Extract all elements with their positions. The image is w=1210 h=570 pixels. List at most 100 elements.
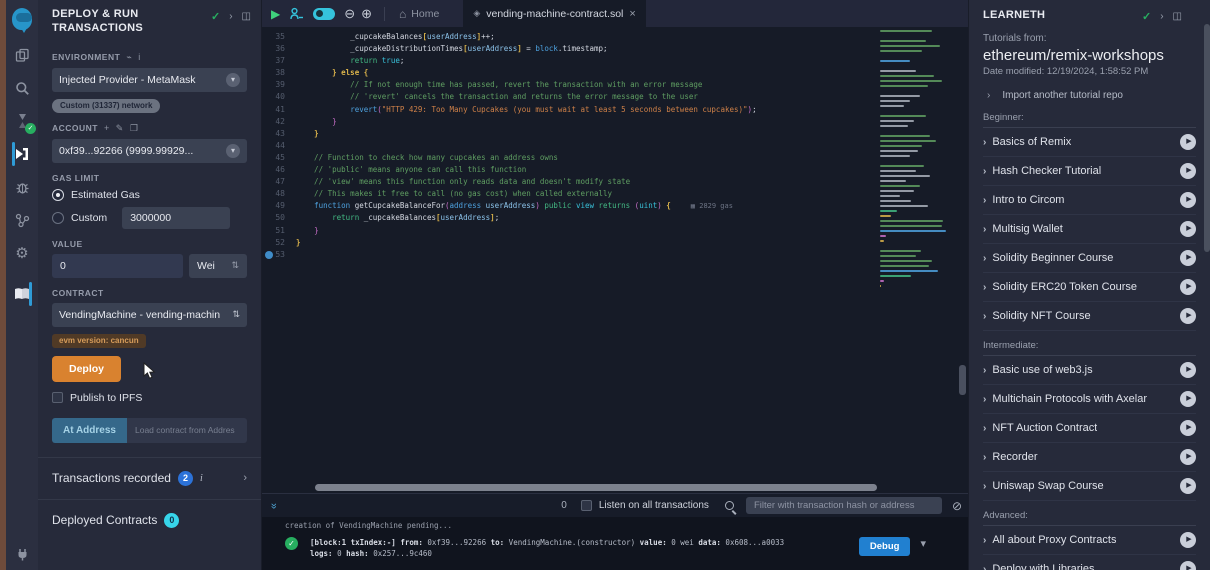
tutorial-play-icon[interactable]: ▶ <box>1180 561 1196 570</box>
learneth-collapse-icon[interactable]: › <box>1160 11 1163 22</box>
tutorial-expand-icon[interactable]: › <box>983 282 986 293</box>
deploy-button[interactable]: Deploy <box>52 356 121 382</box>
terminal-filter-input[interactable]: Filter with transaction hash or address <box>746 497 942 514</box>
code-line[interactable]: 41 revert("HTTP 429: Too Many Cupcakes (… <box>262 104 872 116</box>
breakpoint-dot[interactable] <box>265 251 273 259</box>
tutorial-item[interactable]: ›Intro to Circom▶ <box>983 186 1196 215</box>
environment-info-icon[interactable]: i <box>138 52 141 62</box>
tutorial-title[interactable]: Recorder <box>992 451 1037 463</box>
edit-account-icon[interactable]: ✎ <box>116 123 124 134</box>
tutorial-item[interactable]: › Basics of Remix ▶ <box>983 128 1196 157</box>
account-caret-icon[interactable]: ▾ <box>226 144 240 158</box>
code-line[interactable]: 47 // 'view' means this function only re… <box>262 176 872 188</box>
code-line[interactable]: 43 } <box>262 128 872 140</box>
publish-ipfs-option[interactable]: Publish to IPFS <box>52 392 247 404</box>
panel-scrollbar[interactable] <box>1204 24 1210 252</box>
custom-gas-input[interactable]: 3000000 <box>122 207 230 229</box>
line-number[interactable]: 44 <box>262 140 296 152</box>
import-tutorial-repo[interactable]: › Import another tutorial repo <box>983 90 1196 101</box>
tutorial-title[interactable]: Uniswap Swap Course <box>992 480 1103 492</box>
copy-account-icon[interactable]: ❐ <box>130 123 139 134</box>
tutorial-expand-icon[interactable]: › <box>983 481 986 492</box>
code-line[interactable]: 36 _cupcakeDistributionTimes[userAddress… <box>262 43 872 55</box>
tutorial-item[interactable]: › Deploy with Libraries ▶ <box>983 555 1196 570</box>
line-number[interactable]: 38 <box>262 67 296 79</box>
git-fork-icon[interactable] <box>12 210 32 230</box>
tutorial-item[interactable]: ›Multichain Protocols with Axelar▶ <box>983 385 1196 414</box>
line-number[interactable]: 40 <box>262 91 296 103</box>
tutorial-item[interactable]: › All about Proxy Contracts ▶ <box>983 526 1196 555</box>
tutorial-expand-icon[interactable]: › <box>983 564 986 570</box>
tutorial-title[interactable]: Solidity Beginner Course <box>992 252 1113 264</box>
tutorial-expand-icon[interactable]: › <box>983 535 986 546</box>
tutorial-item[interactable]: ›Solidity NFT Course▶ <box>983 302 1196 331</box>
file-explorer-icon[interactable] <box>12 45 32 65</box>
tutorial-expand-icon[interactable]: › <box>983 224 986 235</box>
tutorial-expand-icon[interactable]: › <box>983 166 986 177</box>
listen-all-transactions-option[interactable]: Listen on all transactions <box>581 500 709 511</box>
tutorial-title[interactable]: Solidity NFT Course <box>992 310 1090 322</box>
line-number[interactable]: 51 <box>262 225 296 237</box>
plug-icon[interactable]: ⌁ <box>126 52 132 63</box>
publish-ipfs-checkbox[interactable] <box>52 392 63 403</box>
unit-stepper-icon[interactable]: ⇅ <box>231 260 239 271</box>
tutorial-play-icon[interactable]: ▶ <box>1180 308 1196 324</box>
tutorial-item[interactable]: ›NFT Auction Contract▶ <box>983 414 1196 443</box>
line-number[interactable]: 36 <box>262 43 296 55</box>
estimated-gas-option[interactable]: Estimated Gas <box>52 189 247 201</box>
tutorial-play-icon[interactable]: ▶ <box>1180 420 1196 436</box>
transaction-log-row[interactable]: ✓ [block:1 txIndex:-] from: 0xf39...9226… <box>262 537 968 559</box>
tutorial-title[interactable]: Basics of Remix <box>992 136 1071 148</box>
tutorial-expand-icon[interactable]: › <box>983 394 986 405</box>
custom-gas-option[interactable]: Custom 3000000 <box>52 207 247 229</box>
tutorial-play-icon[interactable]: ▶ <box>1180 163 1196 179</box>
debug-button[interactable]: Debug <box>859 537 911 556</box>
tutorial-title[interactable]: NFT Auction Contract <box>992 422 1097 434</box>
code-line[interactable]: 37 return true; <box>262 55 872 67</box>
custom-gas-radio[interactable] <box>52 212 64 224</box>
zoom-out-icon[interactable]: ⊖ <box>344 6 355 22</box>
close-tab-icon[interactable]: × <box>629 8 635 20</box>
line-number[interactable]: 39 <box>262 79 296 91</box>
code-line[interactable]: 51 } <box>262 225 872 237</box>
code-line[interactable]: 38 } else { <box>262 67 872 79</box>
tutorial-play-icon[interactable]: ▶ <box>1180 391 1196 407</box>
tutorial-title[interactable]: Intro to Circom <box>992 194 1064 206</box>
value-input[interactable]: 0 <box>52 254 183 278</box>
deployed-contracts-row[interactable]: Deployed Contracts 0 <box>38 500 261 541</box>
minimap[interactable] <box>880 30 954 295</box>
tab-active-file[interactable]: ◈ vending-machine-contract.sol × <box>463 0 646 27</box>
transactions-expand-icon[interactable]: › <box>243 472 247 484</box>
line-number[interactable]: 45 <box>262 152 296 164</box>
learneth-plugin-icon[interactable] <box>12 284 32 304</box>
tutorial-play-icon[interactable]: ▶ <box>1180 532 1196 548</box>
tutorial-play-icon[interactable]: ▶ <box>1180 134 1196 150</box>
tutorial-title[interactable]: Deploy with Libraries <box>992 563 1094 570</box>
ai-copilot-toggle[interactable] <box>313 8 335 20</box>
tutorial-expand-icon[interactable]: › <box>983 137 986 148</box>
tab-home[interactable]: ⌂ Home <box>399 7 439 21</box>
collapse-terminal-icon[interactable]: « <box>268 502 280 508</box>
learneth-pin-icon[interactable]: ◫ <box>1173 11 1182 22</box>
solidity-compiler-icon[interactable]: ✓ <box>12 111 32 131</box>
tutorial-play-icon[interactable]: ▶ <box>1180 221 1196 237</box>
line-number[interactable]: 46 <box>262 164 296 176</box>
contract-select[interactable]: VendingMachine - vending-machin ⇅ <box>52 303 247 327</box>
horizontal-scrollbar[interactable] <box>315 484 877 491</box>
account-select[interactable]: 0xf39...92266 (9999.99929... ▾ <box>52 139 247 163</box>
code-line[interactable]: 44 <box>262 140 872 152</box>
plugin-connector-icon[interactable] <box>12 544 32 564</box>
tutorial-title[interactable]: All about Proxy Contracts <box>992 534 1116 546</box>
code-line[interactable]: 48 // This makes it free to call (no gas… <box>262 188 872 200</box>
estimated-gas-radio[interactable] <box>52 189 64 201</box>
code-line[interactable]: 49 function getCupcakeBalanceFor(address… <box>262 200 872 212</box>
vertical-scrollbar[interactable] <box>959 365 966 395</box>
code-line[interactable]: 42 } <box>262 116 872 128</box>
deploy-run-icon[interactable] <box>12 144 32 164</box>
search-icon[interactable] <box>12 78 32 98</box>
pin-panel-icon[interactable]: ◫ <box>242 11 251 22</box>
at-address-input[interactable]: Load contract from Addres <box>127 418 247 443</box>
tutorial-play-icon[interactable]: ▶ <box>1180 449 1196 465</box>
tutorial-play-icon[interactable]: ▶ <box>1180 250 1196 266</box>
run-script-icon[interactable]: ▶ <box>271 7 280 21</box>
